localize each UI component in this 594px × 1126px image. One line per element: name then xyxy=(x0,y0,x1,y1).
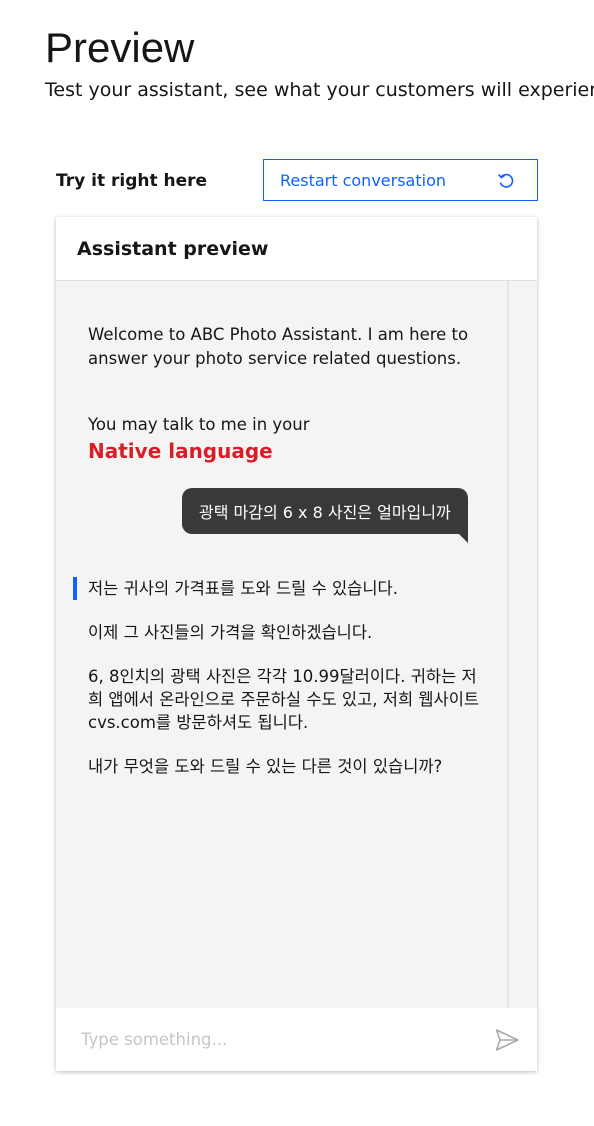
restart-icon xyxy=(495,169,517,191)
panel-title: Assistant preview xyxy=(77,237,269,260)
reply-paragraph: 내가 무엇을 도와 드릴 수 있는 다른 것이 있습니까? xyxy=(88,757,443,776)
try-it-label: Try it right here xyxy=(56,171,208,191)
user-message-bubble: 광택 마감의 6 x 8 사진은 얼마입니까 xyxy=(182,488,468,543)
language-prompt-text: You may talk to me in your xyxy=(88,415,310,434)
panel-header: Assistant preview xyxy=(56,217,537,281)
message-list: Welcome to ABC Photo Assistant. I am her… xyxy=(56,281,507,1008)
message-scrollbar[interactable] xyxy=(507,281,537,1008)
reply-indicator xyxy=(73,577,77,600)
welcome-message: Welcome to ABC Photo Assistant. I am her… xyxy=(88,325,469,368)
reply-paragraph: 저는 귀사의 가격표를 도와 드릴 수 있습니다. xyxy=(88,579,398,598)
send-icon[interactable] xyxy=(493,1026,521,1054)
preview-page: Preview Test your assistant, see what yo… xyxy=(0,0,594,1126)
restart-conversation-button[interactable]: Restart conversation xyxy=(263,159,538,201)
page-subtitle: Test your assistant, see what your custo… xyxy=(45,79,594,101)
assistant-preview-panel: Assistant preview Welcome to ABC Photo A… xyxy=(56,217,537,1071)
message-composer xyxy=(56,1008,537,1071)
page-title: Preview xyxy=(45,24,195,71)
reply-paragraph: 6, 8인치의 광택 사진은 각각 10.99달러이다. 귀하는 저희 앱에서 … xyxy=(88,667,480,732)
assistant-reply: 저는 귀사의 가격표를 도와 드릴 수 있습니다. 이제 그 사진들의 가격을 … xyxy=(88,577,488,799)
restart-conversation-label: Restart conversation xyxy=(280,170,446,190)
reply-paragraph: 이제 그 사진들의 가격을 확인하겠습니다. xyxy=(88,623,373,642)
message-input[interactable] xyxy=(79,1029,493,1050)
native-language-label: Native language xyxy=(88,439,273,463)
